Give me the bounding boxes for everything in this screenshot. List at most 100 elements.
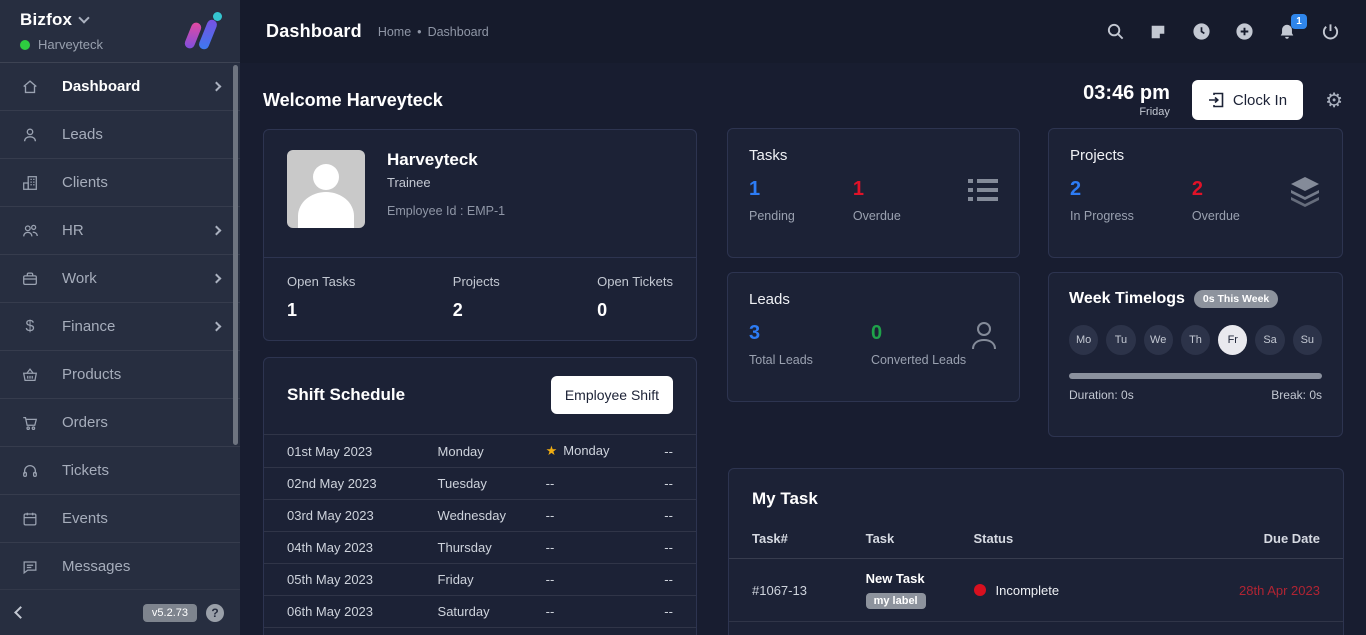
sidebar-footer: v5.2.73 ? [0,589,240,635]
projects-overdue: 2 Overdue [1192,178,1240,223]
week-timelogs-card: Week Timelogs 0s This Week Mo Tu We Th F… [1048,272,1343,437]
welcome-heading: Welcome Harveyteck [263,90,443,111]
employee-shift-button[interactable]: Employee Shift [551,376,673,414]
sidebar-item-hr[interactable]: HR [0,207,240,255]
sidebar-item-orders[interactable]: Orders [0,399,240,447]
avatar [287,150,365,228]
breadcrumb-current: Dashboard [428,25,489,39]
sidebar-item-messages[interactable]: Messages [0,543,240,591]
notifications-bell-icon[interactable]: 1 [1277,22,1297,42]
person-icon [20,125,40,145]
weekday-sa[interactable]: Sa [1255,325,1284,355]
weekday-tu[interactable]: Tu [1106,325,1135,355]
user-name: Harveyteck [38,37,103,52]
sidebar-item-label: HR [62,222,84,239]
leads-title: Leads [749,291,998,308]
sidebar-item-label: Messages [62,558,130,575]
leads-total: 3 Total Leads [749,322,813,367]
calendar-icon [20,509,40,529]
basket-icon [20,365,40,385]
stat-projects: Projects 2 [453,274,500,321]
timelog-progress-bar [1069,373,1322,379]
brand-name: Bizfox [20,10,72,30]
breadcrumb-home[interactable]: Home [378,25,411,39]
sidebar-item-events[interactable]: Events [0,495,240,543]
sidebar-header: Bizfox Harveyteck [0,0,240,63]
timelog-duration: Duration: 0s [1069,388,1134,402]
task-row[interactable]: #1067-13 New Task my label Incomplete 28… [729,559,1343,622]
sidebar-item-finance[interactable]: $ Finance [0,303,240,351]
notification-count-badge: 1 [1291,14,1307,29]
clock-in-label: Clock In [1233,92,1287,109]
star-icon: ★ [546,443,558,458]
tasks-card: Tasks 1 Pending 1 Overdue [727,128,1020,258]
sidebar-item-label: Finance [62,318,115,335]
login-icon [1208,92,1224,108]
people-icon [20,221,40,241]
profile-role: Trainee [387,175,505,190]
search-icon[interactable] [1105,22,1125,42]
task-name-cell: New Task my label [866,571,974,609]
stat-open-tickets: Open Tickets 0 [597,274,673,321]
main-content: Welcome Harveyteck 03:46 pm Friday Clock… [240,63,1366,635]
projects-title: Projects [1070,147,1321,164]
profile-name: Harveyteck [387,150,505,170]
time-value: 03:46 pm [1083,82,1170,105]
timelogs-title: Week Timelogs [1069,290,1185,308]
shift-schedule-card: Shift Schedule Employee Shift 01st May 2… [263,357,697,635]
sidebar-item-label: Dashboard [62,78,140,95]
weekday-fr-active[interactable]: Fr [1218,325,1247,355]
sidebar-item-products[interactable]: Products [0,351,240,399]
timelog-break: Break: 0s [1271,388,1322,402]
weekday-su[interactable]: Su [1293,325,1322,355]
my-task-card: My Task Task# Task Status Due Date #1067… [728,468,1344,635]
collapse-sidebar-icon[interactable] [14,606,27,619]
shift-table: 01st May 2023 Monday ★Monday -- 02nd May… [264,434,696,635]
clock-in-button[interactable]: Clock In [1192,80,1303,120]
gear-icon[interactable]: ⚙ [1325,88,1343,113]
weekday-mo[interactable]: Mo [1069,325,1098,355]
sidebar-item-tickets[interactable]: Tickets [0,447,240,495]
sidebar-item-label: Products [62,366,121,383]
sidebar-item-leads[interactable]: Leads [0,111,240,159]
leads-card: Leads 3 Total Leads 0 Converted Leads [727,272,1020,402]
weekday-we[interactable]: We [1144,325,1173,355]
tasks-title: Tasks [749,147,998,164]
add-icon[interactable] [1234,22,1254,42]
bizfox-logo-icon [182,12,224,52]
task-list-icon [968,177,998,203]
shift-row: 05th May 2023Friday---- [264,563,696,595]
sidebar-scrollbar[interactable] [233,65,238,445]
sidebar-item-label: Work [62,270,97,287]
weekday-th[interactable]: Th [1181,325,1210,355]
shift-row [264,627,696,635]
status-dot-icon [974,584,986,596]
day-value: Friday [1083,106,1170,118]
weekday-selector: Mo Tu We Th Fr Sa Su [1069,325,1322,355]
shift-row: 03rd May 2023Wednesday---- [264,499,696,531]
sidebar-item-dashboard[interactable]: Dashboard [0,63,240,111]
notes-icon[interactable] [1148,22,1168,42]
power-icon[interactable] [1320,22,1340,42]
projects-card: Projects 2 In Progress 2 Overdue [1048,128,1343,258]
page-title: Dashboard [266,21,362,42]
shift-row: 06th May 2023Saturday---- [264,595,696,627]
my-task-header-row: Task# Task Status Due Date [729,525,1343,559]
breadcrumb: Home • Dashboard [378,25,489,39]
briefcase-icon [20,269,40,289]
chevron-right-icon [212,226,222,236]
clock-icon[interactable] [1191,22,1211,42]
tasks-pending: 1 Pending [749,178,795,223]
sidebar-item-clients[interactable]: Clients [0,159,240,207]
dollar-icon: $ [20,317,40,337]
online-status-icon [20,40,30,50]
breadcrumb-separator: • [417,25,421,39]
chevron-right-icon [212,82,222,92]
layers-icon [1289,177,1321,207]
help-icon[interactable]: ? [206,604,224,622]
sidebar-item-work[interactable]: Work [0,255,240,303]
shift-row: 01st May 2023 Monday ★Monday -- [264,434,696,467]
employee-id: Employee Id : EMP-1 [387,204,505,218]
headset-icon [20,461,40,481]
shift-row: 04th May 2023Thursday---- [264,531,696,563]
